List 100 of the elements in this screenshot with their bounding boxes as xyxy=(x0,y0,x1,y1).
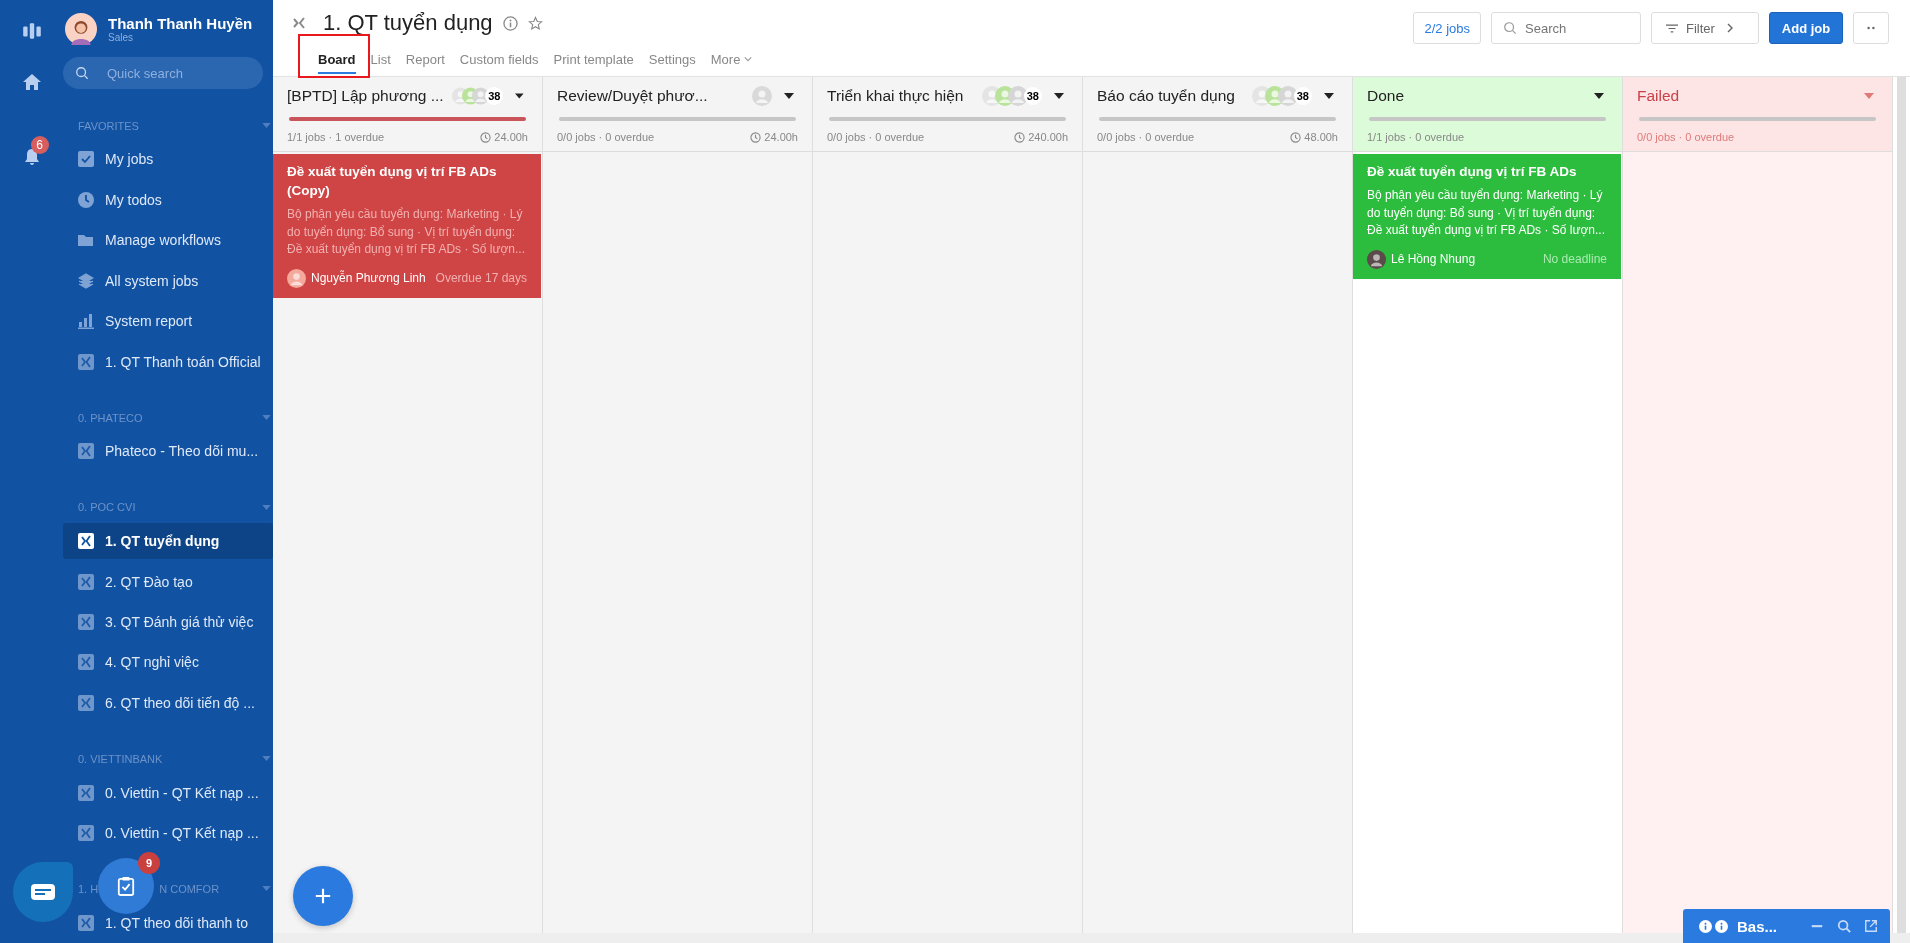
tasks-badge: 9 xyxy=(138,852,160,874)
tab[interactable]: List xyxy=(370,46,391,74)
sidebar-item[interactable]: Manage workflows xyxy=(63,222,273,259)
bar-chart-icon xyxy=(78,313,94,330)
column-title: Review/Duyệt phươ... xyxy=(557,87,708,105)
info-icon xyxy=(1699,919,1712,933)
more-tab[interactable]: More xyxy=(710,46,753,74)
caret-icon[interactable] xyxy=(1324,93,1334,99)
workflow-icon xyxy=(78,353,94,370)
section-heading: 0. POC CVI xyxy=(78,501,136,514)
job-stats: 1/1 jobs · 0 overdue xyxy=(1367,131,1465,143)
sidebar-item[interactable]: 3. QT Đánh giá thử việc xyxy=(63,603,273,641)
user-avatar[interactable] xyxy=(65,13,97,45)
sidebar-item[interactable]: 4. QT nghỉ việc xyxy=(63,644,273,681)
workflow-icon xyxy=(78,533,94,550)
chat-widget-bar[interactable]: Bas... xyxy=(1683,909,1890,943)
job-stats: 1/1 jobs · 1 overdue xyxy=(287,131,385,143)
workflow-icon xyxy=(78,654,94,671)
sidebar-item[interactable]: My todos xyxy=(63,181,273,219)
job-stats: 0/0 jobs · 0 overdue xyxy=(1097,131,1195,143)
sidebar-item[interactable]: 1. QT theo dõi thanh to xyxy=(63,904,273,941)
member-count: 38 xyxy=(1293,87,1312,105)
sidebar-item[interactable]: All system jobs xyxy=(63,262,273,300)
info-icon[interactable] xyxy=(502,15,518,31)
filter-button[interactable]: Filter xyxy=(1651,12,1759,44)
sidebar-item[interactable]: 1. QT tuyển dụng xyxy=(63,522,273,560)
assignee-name: Lê Hồng Nhung xyxy=(1391,252,1476,266)
logo-icon[interactable] xyxy=(20,20,43,42)
assignee-name: Nguyễn Phương Linh xyxy=(311,271,426,285)
sidebar-item[interactable]: 1. QT Thanh toán Official xyxy=(63,343,273,380)
widget-title: Bas... xyxy=(1737,917,1778,935)
column-title: Failed xyxy=(1637,87,1680,105)
quick-search-field[interactable]: Quick search xyxy=(63,57,263,90)
duration: 24.00h xyxy=(750,131,798,143)
tab[interactable]: Report xyxy=(405,46,445,74)
add-job-button[interactable]: Add job xyxy=(1769,12,1843,44)
workflow-icon xyxy=(291,15,307,31)
info-icon xyxy=(1715,919,1728,933)
assignee-avatar xyxy=(287,268,306,288)
chevron-right-icon xyxy=(1726,23,1733,33)
duration: 24.00h xyxy=(480,131,528,143)
search-field[interactable]: Search xyxy=(1491,12,1641,44)
vertical-scrollbar[interactable] xyxy=(1897,77,1906,933)
chat-button[interactable] xyxy=(13,862,73,922)
plus-icon xyxy=(314,887,332,905)
job-card[interactable] xyxy=(273,154,541,298)
clock-icon xyxy=(78,191,94,208)
job-stats: 0/0 jobs · 0 overdue xyxy=(827,131,925,143)
sidebar-item[interactable]: My jobs xyxy=(63,141,273,178)
section-heading: FAVORITES xyxy=(78,119,139,132)
user-role: Sales xyxy=(108,32,134,43)
sidebar-item[interactable]: 2. QT Đào tạo xyxy=(63,563,273,600)
job-count-button[interactable]: 2/2 jobs xyxy=(1413,12,1481,44)
sidebar-item[interactable]: System report xyxy=(63,303,273,340)
section-heading: 0. PHATECO xyxy=(78,411,143,424)
duration: 240.00h xyxy=(1014,131,1068,143)
member-count: 38 xyxy=(1023,87,1042,105)
assignee-avatar xyxy=(1367,249,1386,269)
folder-icon xyxy=(78,232,94,249)
search-icon[interactable] xyxy=(1837,919,1851,933)
card-title: Đề xuất tuyển dụng vị trí FB ADs xyxy=(1367,163,1578,181)
workflow-icon xyxy=(78,784,94,801)
layers-icon xyxy=(78,272,94,289)
due-status: Overdue 17 days xyxy=(435,271,527,285)
member-count: 38 xyxy=(485,87,504,105)
caret-icon[interactable] xyxy=(515,93,524,99)
workflow-icon xyxy=(78,573,94,590)
workflow-icon xyxy=(78,694,94,711)
checkbox-icon xyxy=(78,151,94,168)
column-title: Triển khai thực hiện xyxy=(827,87,964,105)
sidebar-item[interactable]: 0. Viettin - QT Kết nạp ... xyxy=(63,774,273,811)
column-title: Done xyxy=(1367,87,1405,105)
sidebar-item[interactable]: Phateco - Theo dõi mu... xyxy=(63,433,273,470)
chevron-down-icon xyxy=(744,56,753,62)
clock-icon xyxy=(750,131,762,143)
workflow-icon xyxy=(78,614,94,630)
page-title: 1. QT tuyển dụng xyxy=(323,10,493,36)
tab[interactable]: Board xyxy=(318,46,356,74)
sidebar-item[interactable]: 0. Viettin - QT Kết nạp ... xyxy=(63,814,273,852)
section-heading: 1. H xyxy=(78,882,99,895)
tab[interactable]: Settings xyxy=(648,46,696,74)
sidebar-item[interactable]: 6. QT theo dõi tiến độ ... xyxy=(63,684,273,722)
section-heading: N COMFOR xyxy=(159,882,220,895)
star-icon[interactable] xyxy=(527,15,543,31)
clock-icon xyxy=(1014,131,1026,143)
tab[interactable]: Print template xyxy=(553,46,634,74)
card-title: Đề xuất tuyển dụng vị trí FB ADs (Copy) xyxy=(287,163,498,200)
caret-icon[interactable] xyxy=(1054,93,1064,99)
caret-icon[interactable] xyxy=(1594,93,1604,99)
card-description: Bộ phận yêu cầu tuyển dụng: Marketing · Lý do tuyển dụng: Bổ sung · Vị trí tuyển dụng: Đề xuất tuyển dụng vị trí FB ADs · Số lượn... xyxy=(1367,187,1606,239)
search-icon xyxy=(1503,21,1517,35)
caret-icon[interactable] xyxy=(784,93,794,99)
due-status: No deadline xyxy=(1542,252,1607,266)
search-icon xyxy=(75,66,89,81)
job-stats: 0/0 jobs · 0 overdue xyxy=(1637,131,1735,143)
duration: 48.00h xyxy=(1290,131,1338,143)
home-icon[interactable] xyxy=(21,72,42,92)
tab[interactable]: Custom fields xyxy=(459,46,539,74)
external-link-icon[interactable] xyxy=(1864,919,1878,933)
tasks-button[interactable] xyxy=(98,858,154,914)
